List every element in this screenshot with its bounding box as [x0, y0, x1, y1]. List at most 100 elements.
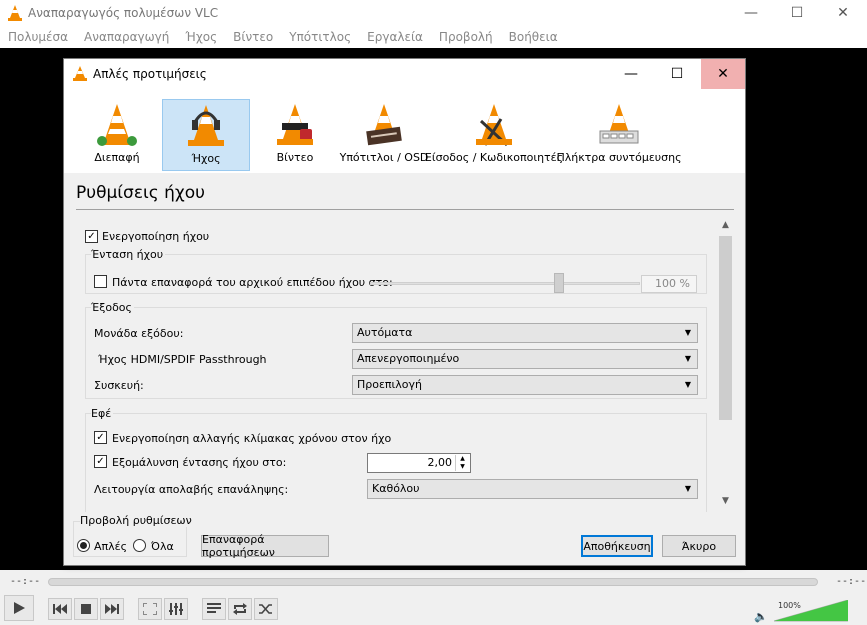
loop-button[interactable]	[228, 598, 252, 620]
replay-gain-value: Καθόλου	[372, 482, 420, 495]
simple-settings-label: Απλές	[94, 540, 128, 553]
hdmi-passthrough-select[interactable]: Απενεργοποιημένο ▼	[352, 349, 698, 369]
output-module-label: Μονάδα εξόδου:	[94, 327, 184, 340]
seek-bar[interactable]	[48, 578, 818, 586]
dialog-titlebar: Απλές προτιμήσεις — ☐ ✕	[64, 59, 745, 89]
window-title: Αναπαραγωγός πολυμέσων VLC	[28, 6, 219, 20]
previous-button[interactable]	[48, 598, 72, 620]
shuffle-button[interactable]	[254, 598, 278, 620]
interface-cone-icon	[97, 104, 137, 146]
category-subtitles[interactable]: Υπότιτλοι / OSD	[339, 99, 429, 171]
extended-settings-button[interactable]	[164, 598, 188, 620]
settings-panel: ✓ Ενεργοποίηση ήχου Ένταση ήχου Πάντα επ…	[78, 220, 736, 512]
playlist-button[interactable]	[202, 598, 226, 620]
replay-gain-select[interactable]: Καθόλου ▼	[367, 479, 698, 499]
normalize-volume-spinbox[interactable]: 2,00 ▲ ▼	[367, 453, 471, 473]
category-label: Διεπαφή	[94, 151, 140, 164]
category-label: Ήχος	[191, 152, 221, 165]
player-controls: --:-- --:-- 🔈 100%	[0, 570, 867, 625]
playlist-icon	[207, 603, 221, 613]
chevron-down-icon[interactable]: ▼	[717, 496, 734, 510]
preferences-dialog: Απλές προτιμήσεις — ☐ ✕ Διεπαφή Ήχος Βίν…	[63, 58, 746, 566]
stop-icon	[81, 604, 91, 614]
always-reset-volume-label: Πάντα επαναφορά του αρχικού επιπέδου ήχο…	[112, 276, 393, 289]
chevron-down-icon: ▼	[684, 354, 691, 363]
category-label: Είσοδος / Κωδικοποιητές	[424, 151, 564, 164]
scroll-thumb[interactable]	[719, 236, 732, 420]
video-cone-icon	[277, 104, 313, 145]
category-input-codecs[interactable]: Είσοδος / Κωδικοποιητές	[425, 99, 563, 171]
device-select[interactable]: Προεπιλογή ▼	[352, 375, 698, 395]
input-codecs-cone-icon	[476, 104, 512, 147]
normalize-volume-checkbox[interactable]: ✓	[94, 455, 107, 468]
loop-icon	[233, 603, 247, 615]
hdmi-passthrough-label: Ήχος HDMI/SPDIF Passthrough	[98, 353, 267, 366]
enable-audio-label: Ενεργοποίηση ήχου	[102, 230, 210, 243]
menubar: Πολυμέσα Αναπαραγωγή Ήχος Βίντεο Υπότιτλ…	[0, 26, 867, 48]
menu-playback[interactable]: Αναπαραγωγή	[80, 30, 173, 44]
all-settings-label: Όλα	[151, 540, 174, 553]
vlc-cone-icon	[8, 5, 22, 21]
output-module-select[interactable]: Αυτόματα ▼	[352, 323, 698, 343]
reset-volume-slider-track[interactable]	[370, 282, 640, 285]
category-interface[interactable]: Διεπαφή	[78, 99, 156, 171]
minimize-button[interactable]: —	[728, 0, 774, 26]
settings-scrollbar[interactable]: ▲ ▼	[717, 220, 734, 512]
simple-settings-radio[interactable]	[77, 539, 90, 552]
equalizer-icon	[169, 603, 183, 615]
menu-help[interactable]: Βοήθεια	[505, 30, 562, 44]
volume-slider[interactable]	[774, 600, 848, 622]
fullscreen-button[interactable]	[138, 598, 162, 620]
always-reset-volume-checkbox[interactable]	[94, 275, 107, 288]
play-icon	[14, 602, 25, 614]
subtitles-cone-icon	[366, 104, 402, 146]
menu-media[interactable]: Πολυμέσα	[4, 30, 72, 44]
all-settings-radio[interactable]	[133, 539, 146, 552]
close-button[interactable]: ✕	[820, 0, 866, 26]
output-module-value: Αυτόματα	[357, 326, 413, 339]
spin-arrows-icon[interactable]: ▲ ▼	[455, 455, 469, 471]
stop-button[interactable]	[74, 598, 98, 620]
normalize-volume-label: Εξομάλυνση έντασης ήχου στο:	[112, 456, 287, 469]
next-button[interactable]	[100, 598, 124, 620]
reset-volume-value[interactable]: 100 %	[641, 275, 697, 293]
play-button[interactable]	[4, 595, 34, 621]
headphones-cone-icon	[188, 105, 224, 146]
menu-video[interactable]: Βίντεο	[229, 30, 277, 44]
shuffle-icon	[259, 604, 272, 614]
category-audio[interactable]: Ήχος	[162, 99, 250, 171]
maximize-button[interactable]: ☐	[774, 0, 820, 26]
menu-subtitle[interactable]: Υπότιτλος	[285, 30, 355, 44]
hdmi-passthrough-value: Απενεργοποιημένο	[357, 352, 460, 365]
category-hotkeys[interactable]: Πλήκτρα συντόμευσης	[556, 99, 682, 171]
chevron-up-icon[interactable]: ▲	[717, 220, 734, 234]
reset-preferences-button[interactable]: Επαναφορά προτιμήσεων	[201, 533, 329, 559]
reset-volume-slider-thumb[interactable]	[553, 273, 564, 293]
time-elapsed: --:--	[10, 576, 41, 587]
fullscreen-icon	[143, 603, 157, 615]
category-label: Υπότιτλοι / OSD	[339, 151, 429, 164]
enable-audio-checkbox[interactable]: ✓	[85, 230, 98, 243]
show-settings-title: Προβολή ρυθμίσεων	[80, 514, 194, 527]
speaker-icon[interactable]: 🔈	[754, 610, 768, 623]
previous-icon	[53, 604, 67, 614]
category-label: Πλήκτρα συντόμευσης	[556, 151, 682, 164]
save-button[interactable]: Αποθήκευση	[581, 535, 653, 557]
category-video[interactable]: Βίντεο	[260, 99, 330, 171]
device-label: Συσκευή:	[94, 379, 144, 392]
dialog-minimize-button[interactable]: —	[609, 59, 653, 89]
cancel-button[interactable]: Άκυρο	[662, 535, 736, 557]
dialog-close-button[interactable]: ✕	[701, 59, 745, 89]
menu-view[interactable]: Προβολή	[435, 30, 497, 44]
chevron-down-icon: ▼	[684, 328, 691, 337]
menu-audio[interactable]: Ήχος	[181, 30, 221, 44]
section-title: Ρυθμίσεις ήχου	[76, 183, 205, 203]
hotkeys-cone-icon	[599, 104, 639, 144]
output-group-title: Έξοδος	[91, 301, 134, 314]
menu-tools[interactable]: Εργαλεία	[363, 30, 427, 44]
time-stretch-checkbox[interactable]: ✓	[94, 431, 107, 444]
effects-group-title: Εφέ	[91, 407, 114, 420]
time-stretch-label: Ενεργοποίηση αλλαγής κλίμακας χρόνου στο…	[112, 432, 392, 445]
category-bar: Διεπαφή Ήχος Βίντεο Υπότιτλοι / OSD Είσο…	[64, 89, 745, 173]
dialog-maximize-button[interactable]: ☐	[655, 59, 699, 89]
